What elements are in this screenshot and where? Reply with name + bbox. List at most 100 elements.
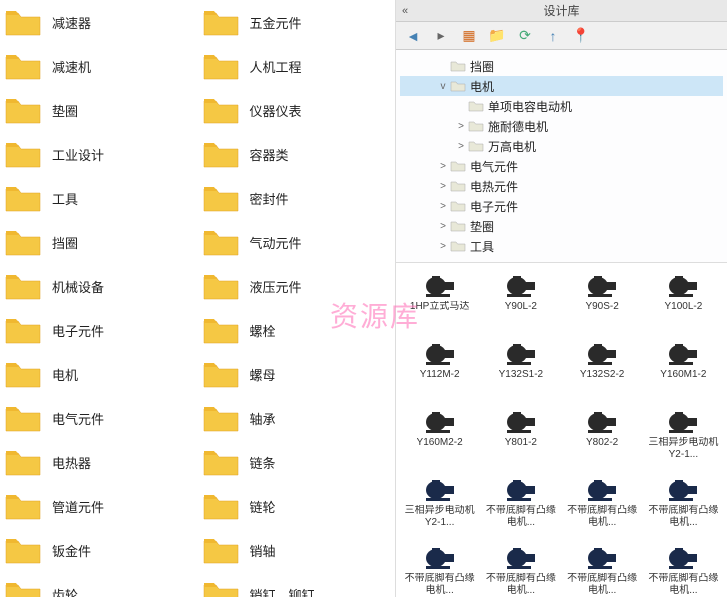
part-item[interactable]: Y801-2: [481, 407, 560, 473]
folder-icon: [202, 535, 240, 565]
folder-item[interactable]: 销轴: [198, 528, 396, 572]
tree-node[interactable]: >电气元件: [400, 156, 723, 176]
folder-item[interactable]: 电子元件: [0, 308, 198, 352]
nav-back-icon[interactable]: ◄: [404, 27, 422, 45]
folder-icon: [450, 220, 466, 232]
folder-item[interactable]: 密封件: [198, 176, 396, 220]
folder-item[interactable]: 电热器: [0, 440, 198, 484]
folder-icon: [4, 51, 42, 81]
folder-item[interactable]: 机械设备: [0, 264, 198, 308]
tree-label: 电子元件: [470, 198, 518, 215]
folder-icon: [450, 80, 466, 92]
folder-item[interactable]: 五金元件: [198, 0, 396, 44]
tree-node[interactable]: >万高电机: [400, 136, 723, 156]
tree-node[interactable]: v电机: [400, 76, 723, 96]
folder-item[interactable]: 销钉、铆钉: [198, 572, 396, 597]
folder-item[interactable]: 工具: [0, 176, 198, 220]
part-item[interactable]: 不带底脚有凸缘电机...: [563, 543, 642, 597]
tree-node[interactable]: > 电子元件: [400, 196, 723, 216]
up-arrow-icon[interactable]: ↑: [544, 27, 562, 45]
part-label: Y160M2-2: [417, 437, 463, 449]
part-item[interactable]: 不带底脚有凸缘电机...: [563, 475, 642, 541]
part-item[interactable]: Y90L-2: [481, 271, 560, 337]
part-thumbnail: [665, 271, 701, 301]
tree-toggle-icon[interactable]: >: [436, 201, 450, 212]
folder-item[interactable]: 电气元件: [0, 396, 198, 440]
folder-item[interactable]: 减速机: [0, 44, 198, 88]
folder-item[interactable]: 挡圈: [0, 220, 198, 264]
folder-item[interactable]: 轴承: [198, 396, 396, 440]
pin-icon[interactable]: 📍: [572, 27, 590, 45]
part-thumbnail: [503, 407, 539, 437]
new-folder-icon[interactable]: ▦: [460, 27, 478, 45]
tree-toggle-icon[interactable]: >: [436, 161, 450, 172]
tree-node[interactable]: 单项电容电动机: [400, 96, 723, 116]
folder-label: 螺栓: [250, 321, 276, 340]
folder-item[interactable]: 减速器: [0, 0, 198, 44]
folder-item[interactable]: 容器类: [198, 132, 396, 176]
part-item[interactable]: 不带底脚有凸缘电机...: [481, 543, 560, 597]
part-thumbnail: [422, 407, 458, 437]
folder-item[interactable]: 液压元件: [198, 264, 396, 308]
folder-item[interactable]: 钣金件: [0, 528, 198, 572]
part-item[interactable]: Y160M1-2: [644, 339, 723, 405]
part-label: 不带底脚有凸缘电机...: [566, 505, 638, 529]
part-item[interactable]: Y802-2: [563, 407, 642, 473]
part-item[interactable]: 不带底脚有凸缘电机...: [644, 475, 723, 541]
part-thumbnail: [584, 407, 620, 437]
folder-icon: [468, 120, 484, 132]
nav-fwd-icon[interactable]: ▸: [432, 27, 450, 45]
tree-toggle-icon[interactable]: v: [436, 81, 450, 92]
tree-toggle-icon[interactable]: >: [436, 241, 450, 252]
tree-toggle-icon[interactable]: >: [436, 181, 450, 192]
part-item[interactable]: Y90S-2: [563, 271, 642, 337]
folder-item[interactable]: 电机: [0, 352, 198, 396]
folder-icon: [202, 139, 240, 169]
folder-item[interactable]: 螺栓: [198, 308, 396, 352]
folder-label: 工具: [52, 189, 78, 208]
folder-item[interactable]: 仪器仪表: [198, 88, 396, 132]
part-label: 不带底脚有凸缘电机...: [566, 573, 638, 597]
folder-item[interactable]: 管道元件: [0, 484, 198, 528]
folder-item[interactable]: 气动元件: [198, 220, 396, 264]
folder-label: 链条: [250, 453, 276, 472]
tree-node[interactable]: >施耐德电机: [400, 116, 723, 136]
panel-back-icon[interactable]: «: [402, 5, 408, 17]
part-thumbnail: [503, 475, 539, 505]
refresh-icon[interactable]: ⟳: [516, 27, 534, 45]
add-file-icon[interactable]: 📁: [488, 27, 506, 45]
part-item[interactable]: 1HP立式马达: [400, 271, 479, 337]
folder-item[interactable]: 垫圈: [0, 88, 198, 132]
part-item[interactable]: Y160M2-2: [400, 407, 479, 473]
tree-toggle-icon[interactable]: >: [454, 141, 468, 152]
tree-toggle-icon[interactable]: >: [436, 221, 450, 232]
folder-label: 机械设备: [52, 277, 104, 296]
tree-node[interactable]: >垫圈: [400, 216, 723, 236]
part-item[interactable]: 三相异步电动机Y2-1...: [400, 475, 479, 541]
folder-item[interactable]: 人机工程: [198, 44, 396, 88]
folder-icon: [4, 403, 42, 433]
tree-node[interactable]: >电热元件: [400, 176, 723, 196]
part-item[interactable]: 不带底脚有凸缘电机...: [400, 543, 479, 597]
folder-label: 销轴: [250, 541, 276, 560]
folder-item[interactable]: 链条: [198, 440, 396, 484]
tree-node[interactable]: 挡圈: [400, 56, 723, 76]
tree-toggle-icon[interactable]: >: [454, 121, 468, 132]
part-item[interactable]: Y132S1-2: [481, 339, 560, 405]
folder-item[interactable]: 链轮: [198, 484, 396, 528]
part-item[interactable]: Y100L-2: [644, 271, 723, 337]
part-thumbnail: [503, 543, 539, 573]
tree-node[interactable]: >工具: [400, 236, 723, 256]
folder-item[interactable]: 工业设计: [0, 132, 198, 176]
part-item[interactable]: 三相异步电动机Y2-1...: [644, 407, 723, 473]
part-item[interactable]: Y112M-2: [400, 339, 479, 405]
folder-item[interactable]: 齿轮: [0, 572, 198, 597]
part-item[interactable]: Y132S2-2: [563, 339, 642, 405]
part-label: 不带底脚有凸缘电机...: [485, 505, 557, 529]
folder-icon: [4, 271, 42, 301]
part-item[interactable]: 不带底脚有凸缘电机...: [644, 543, 723, 597]
folder-icon: [4, 95, 42, 125]
tree-label: 挡圈: [470, 58, 494, 75]
folder-item[interactable]: 螺母: [198, 352, 396, 396]
part-item[interactable]: 不带底脚有凸缘电机...: [481, 475, 560, 541]
